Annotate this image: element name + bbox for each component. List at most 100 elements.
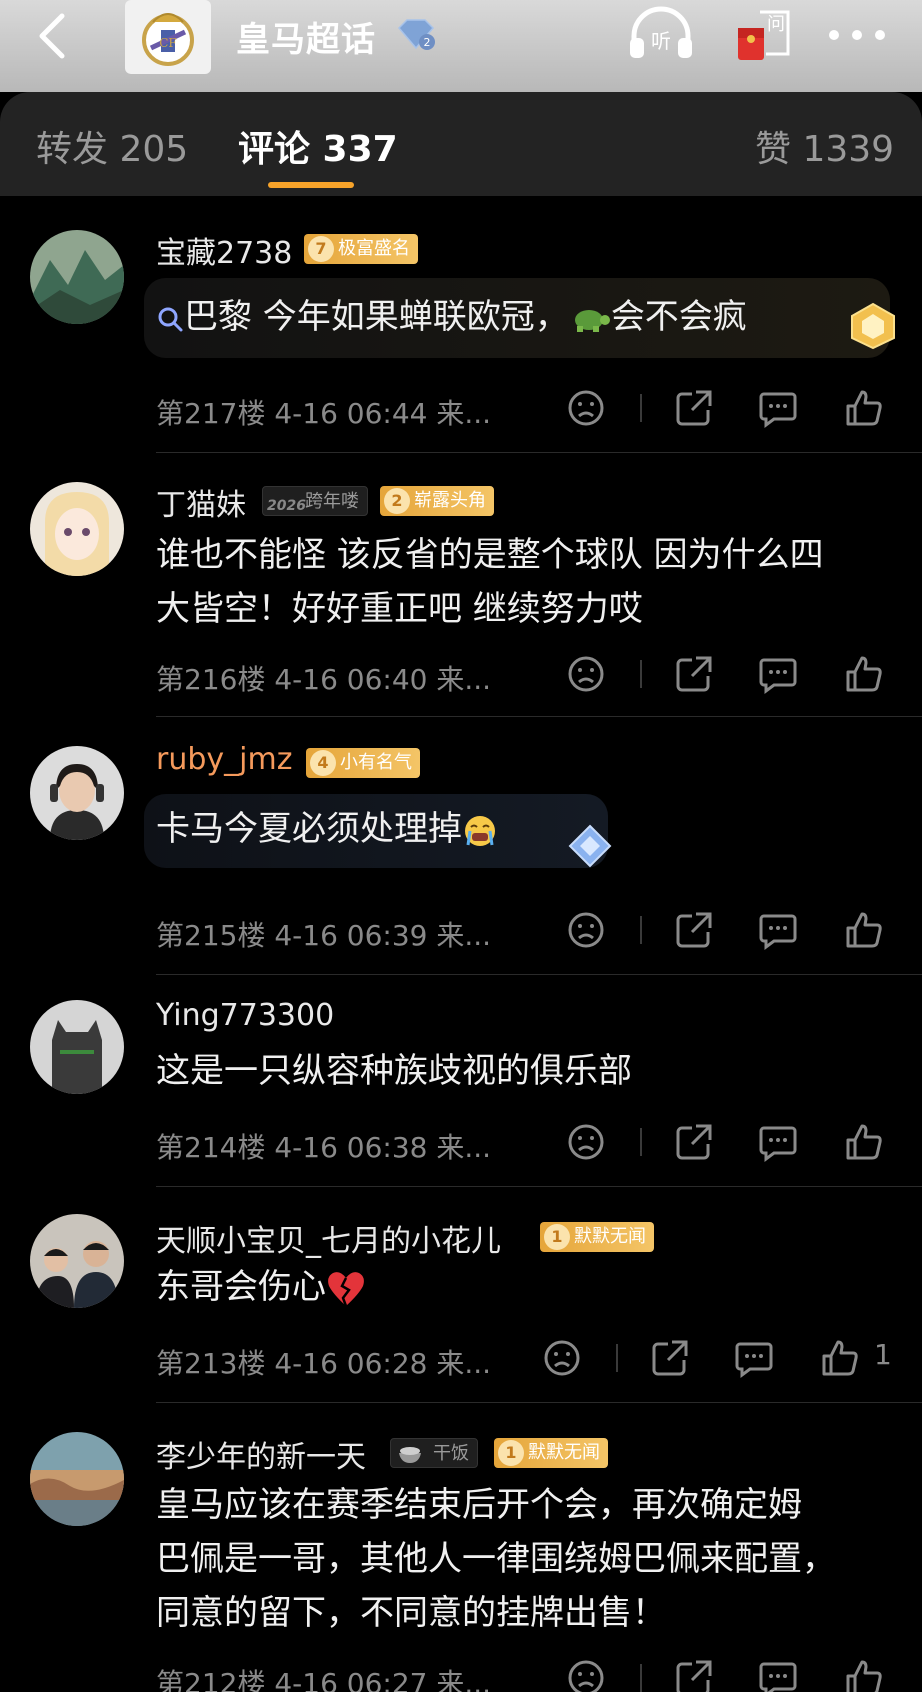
svg-text:CF: CF bbox=[159, 36, 177, 50]
svg-text:听: 听 bbox=[651, 29, 671, 53]
thumbs-up-icon[interactable] bbox=[820, 1338, 860, 1378]
badge-level-number: 2 bbox=[384, 488, 410, 514]
comment-text-line: 大皆空！好好重正吧 继续努力哎 bbox=[156, 589, 643, 629]
comment-text: 这是一只纵容种族歧视的俱乐部 bbox=[156, 1051, 632, 1091]
badge-year: 2026 bbox=[267, 498, 306, 514]
comment-actions bbox=[0, 1122, 922, 1166]
tab-bar: 转发 205 评论 337 赞 1339 bbox=[0, 92, 922, 196]
badge-label: 极富盛名 bbox=[338, 238, 410, 259]
fan-level-badge: 1 默默无闻 bbox=[494, 1438, 608, 1468]
avatar[interactable] bbox=[30, 1432, 124, 1526]
reply-comment-icon[interactable] bbox=[758, 910, 798, 950]
status-tag-badge: 干饭 bbox=[390, 1438, 478, 1468]
action-separator bbox=[640, 1664, 642, 1692]
comment-divider bbox=[156, 716, 922, 717]
thumbs-up-icon[interactable] bbox=[844, 1122, 884, 1162]
dislike-face-icon[interactable] bbox=[566, 1658, 606, 1692]
svg-text:问: 问 bbox=[767, 14, 785, 35]
badge-level-number: 1 bbox=[544, 1224, 570, 1250]
reply-comment-icon[interactable] bbox=[758, 388, 798, 428]
tab-like[interactable]: 赞 1339 bbox=[755, 120, 894, 172]
comment-actions bbox=[0, 388, 922, 432]
fan-level-badge: 2 崭露头角 bbox=[380, 486, 494, 516]
dislike-face-icon[interactable] bbox=[566, 654, 606, 694]
username[interactable]: 李少年的新一天 bbox=[156, 1432, 366, 1476]
dislike-face-icon[interactable] bbox=[566, 910, 606, 950]
comment-divider bbox=[156, 1402, 922, 1403]
avatar[interactable] bbox=[30, 746, 124, 840]
comment-actions bbox=[0, 1658, 922, 1692]
reply-comment-icon[interactable] bbox=[734, 1338, 774, 1378]
more-options-icon[interactable] bbox=[822, 20, 892, 50]
badge-label: 崭露头角 bbox=[414, 490, 486, 511]
dislike-face-icon[interactable] bbox=[566, 388, 606, 428]
search-term[interactable]: 巴黎 bbox=[184, 297, 252, 337]
avatar[interactable] bbox=[30, 1000, 124, 1094]
avatar[interactable] bbox=[30, 1214, 124, 1308]
tab-comment[interactable]: 评论 337 bbox=[238, 120, 398, 172]
username[interactable]: 丁猫妹 bbox=[156, 480, 246, 524]
share-icon[interactable] bbox=[674, 910, 714, 950]
badge-level-number: 7 bbox=[308, 236, 334, 262]
badge-label: 小有名气 bbox=[340, 752, 412, 773]
reply-comment-icon[interactable] bbox=[758, 1122, 798, 1162]
crying-emoji-icon bbox=[465, 815, 495, 846]
diamond-level-icon: 2 bbox=[397, 19, 435, 50]
comment-actions: 1 bbox=[0, 1338, 922, 1382]
comment-divider bbox=[156, 974, 922, 975]
gold-medal-icon bbox=[851, 302, 895, 350]
comment-text-line: 皇马应该在赛季结束后开个会，再次确定姆 bbox=[156, 1485, 802, 1525]
action-separator bbox=[640, 916, 642, 944]
comment-text: 卡马今夏必须处理掉 bbox=[156, 802, 498, 856]
dislike-face-icon[interactable] bbox=[566, 1122, 606, 1162]
share-icon[interactable] bbox=[674, 388, 714, 428]
thumbs-up-icon[interactable] bbox=[844, 910, 884, 950]
comment-text-line: 同意的留下，不同意的挂牌出售！ bbox=[156, 1593, 666, 1633]
avatar[interactable] bbox=[30, 230, 124, 324]
comment-actions bbox=[0, 910, 922, 954]
badge-label: 跨年喽 bbox=[305, 491, 359, 512]
thumbs-up-icon[interactable] bbox=[844, 1658, 884, 1692]
fan-level-badge: 1 默默无闻 bbox=[540, 1222, 654, 1252]
username[interactable]: Ying773300 bbox=[156, 998, 334, 1033]
action-separator bbox=[640, 394, 642, 422]
comment-text-line: 巴佩是一哥，其他人一律围绕姆巴佩来配置， bbox=[156, 1539, 836, 1579]
back-arrow-icon[interactable] bbox=[30, 10, 74, 62]
share-icon[interactable] bbox=[674, 654, 714, 694]
comment-text-line: 谁也不能怪 该反省的是整个球队 因为什么四 bbox=[156, 535, 824, 575]
search-icon bbox=[158, 307, 183, 331]
comment-text: 巴黎 今年如果蝉联欧冠， 会不会疯 bbox=[156, 290, 747, 344]
comment-divider bbox=[156, 1186, 922, 1187]
badge-label: 默默无闻 bbox=[528, 1442, 600, 1463]
like-count: 1 bbox=[874, 1338, 892, 1371]
avatar[interactable] bbox=[30, 482, 124, 576]
broken-heart-emoji-icon bbox=[328, 1271, 364, 1306]
share-icon[interactable] bbox=[674, 1122, 714, 1162]
username[interactable]: ruby_jmz bbox=[156, 742, 292, 777]
username[interactable]: 天顺小宝贝_七月的小花儿 bbox=[156, 1216, 501, 1260]
action-separator bbox=[640, 660, 642, 688]
tab-repost[interactable]: 转发 205 bbox=[36, 120, 188, 172]
real-madrid-logo[interactable]: CF bbox=[125, 0, 211, 74]
action-separator bbox=[616, 1344, 618, 1372]
share-icon[interactable] bbox=[650, 1338, 690, 1378]
share-icon[interactable] bbox=[674, 1658, 714, 1692]
rice-bowl-icon bbox=[399, 1447, 421, 1463]
blue-diamond-medal-icon bbox=[568, 824, 612, 868]
badge-label: 默默无闻 bbox=[574, 1226, 646, 1247]
reply-comment-icon[interactable] bbox=[758, 654, 798, 694]
reply-comment-icon[interactable] bbox=[758, 1658, 798, 1692]
thumbs-up-icon[interactable] bbox=[844, 654, 884, 694]
dislike-face-icon[interactable] bbox=[542, 1338, 582, 1378]
badge-level-number: 4 bbox=[310, 750, 336, 776]
red-packet-question-icon[interactable]: 问 bbox=[730, 6, 794, 64]
badge-level-number: 1 bbox=[498, 1440, 524, 1466]
badge-label: 干饭 bbox=[433, 1443, 469, 1464]
svg-text:2: 2 bbox=[424, 36, 431, 49]
top-bar: CF 皇马超话 2 听 问 bbox=[0, 0, 922, 92]
headphones-listen-icon[interactable]: 听 bbox=[626, 6, 696, 62]
topic-title: 皇马超话 bbox=[236, 20, 376, 60]
thumbs-up-icon[interactable] bbox=[844, 388, 884, 428]
username[interactable]: 宝藏2738 bbox=[156, 228, 292, 272]
fan-level-badge: 4 小有名气 bbox=[306, 748, 420, 778]
